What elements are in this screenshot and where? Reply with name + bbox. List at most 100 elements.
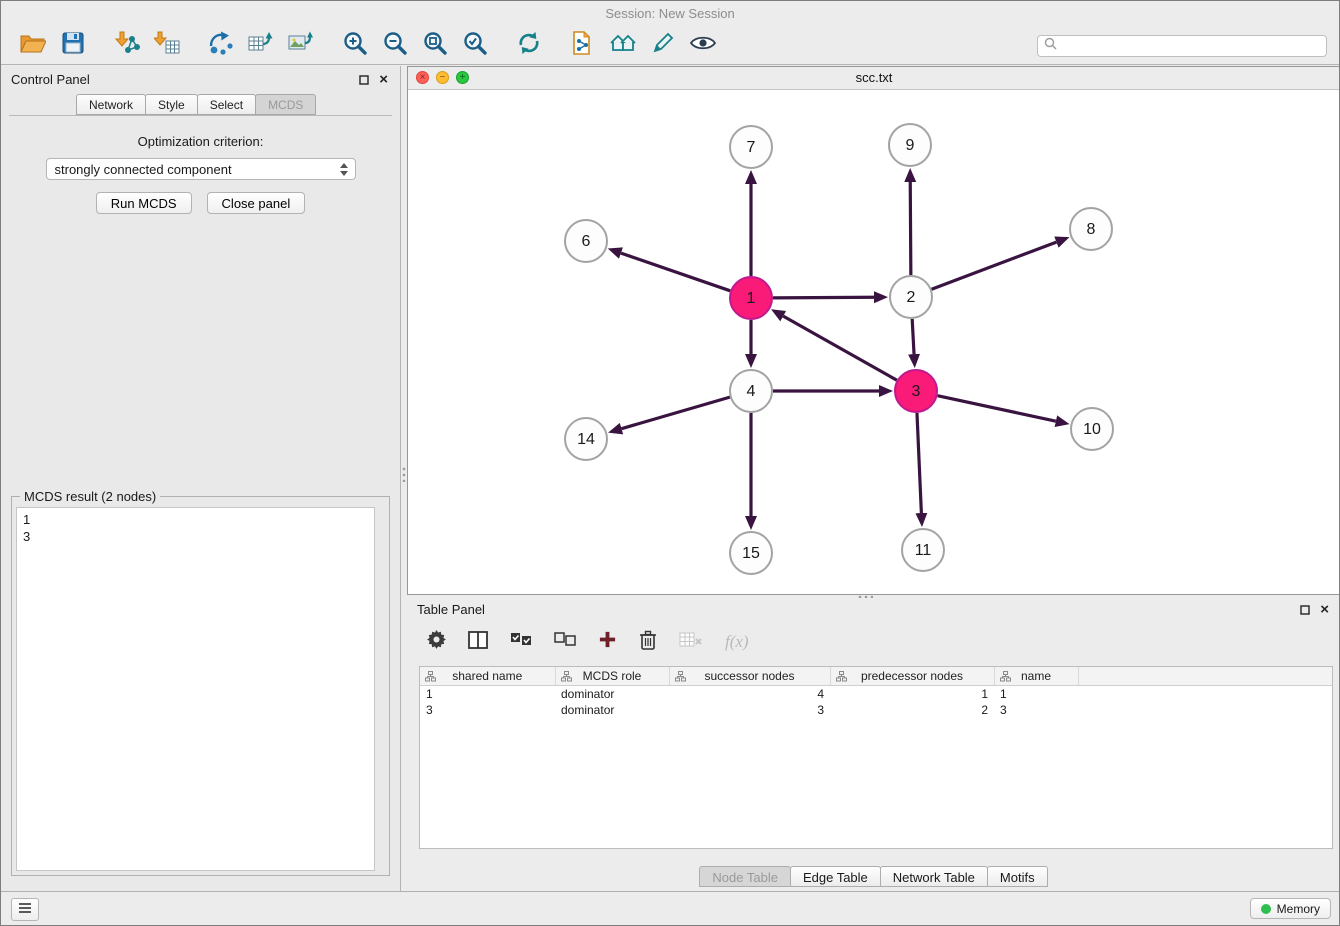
- run-mcds-button[interactable]: Run MCDS: [96, 192, 192, 214]
- table-cell[interactable]: 3: [420, 702, 555, 718]
- edge-3-11[interactable]: [917, 413, 921, 513]
- column-header-shared-name[interactable]: shared name: [420, 667, 555, 686]
- task-history-button[interactable]: [11, 898, 39, 921]
- table-cell[interactable]: 3: [669, 702, 830, 718]
- export-image-button[interactable]: [281, 30, 321, 62]
- export-table-button[interactable]: [241, 30, 281, 62]
- window-minimize-icon[interactable]: −: [436, 71, 449, 84]
- edge-2-8[interactable]: [932, 242, 1057, 289]
- node-9[interactable]: 9: [889, 124, 931, 166]
- tab-network-table[interactable]: Network Table: [880, 866, 988, 887]
- main-toolbar: [1, 27, 1339, 65]
- edge-2-3[interactable]: [912, 319, 914, 354]
- table-cell[interactable]: 1: [420, 686, 555, 703]
- tab-mcds[interactable]: MCDS: [255, 94, 316, 115]
- tab-network[interactable]: Network: [76, 94, 146, 115]
- zoom-out-icon: [382, 30, 408, 61]
- node-15[interactable]: 15: [730, 532, 772, 574]
- import-network-from-file-button[interactable]: [107, 30, 147, 62]
- column-header-MCDS-role[interactable]: MCDS role: [555, 667, 669, 686]
- column-header-predecessor-nodes[interactable]: predecessor nodes: [830, 667, 994, 686]
- delete-column-button[interactable]: [639, 630, 657, 655]
- sort-icon: [675, 671, 686, 685]
- window-close-icon[interactable]: ×: [416, 71, 429, 84]
- table-panel: Table Panel × f(x) shared nameMCDS roles…: [407, 598, 1340, 887]
- tab-node-table[interactable]: Node Table: [699, 866, 791, 887]
- edge-4-14[interactable]: [622, 397, 730, 429]
- criterion-select[interactable]: strongly connected component: [46, 158, 356, 180]
- node-1[interactable]: 1: [730, 277, 772, 319]
- float-panel-icon[interactable]: [359, 75, 369, 85]
- window-zoom-icon[interactable]: +: [456, 71, 469, 84]
- network-document-button[interactable]: [563, 30, 603, 62]
- tab-style[interactable]: Style: [145, 94, 198, 115]
- table-cell[interactable]: dominator: [555, 702, 669, 718]
- criterion-select-value: strongly connected component: [55, 162, 232, 177]
- column-header-successor-nodes[interactable]: successor nodes: [669, 667, 830, 686]
- float-table-panel-icon[interactable]: [1300, 605, 1310, 615]
- save-session-button[interactable]: [53, 30, 93, 62]
- node-11[interactable]: 11: [902, 529, 944, 571]
- table-cell[interactable]: 2: [830, 702, 994, 718]
- zoom-fit-content-button[interactable]: [415, 30, 455, 62]
- show-hide-graphics-button[interactable]: [683, 30, 723, 62]
- node-label: 2: [907, 289, 916, 306]
- mcds-result-list[interactable]: 13: [16, 507, 375, 871]
- search-box[interactable]: [1037, 35, 1327, 57]
- close-panel-icon[interactable]: ×: [379, 73, 388, 87]
- zoom-fit-icon: [422, 30, 448, 61]
- edge-2-9[interactable]: [910, 182, 911, 275]
- table-panel-header: Table Panel ×: [407, 598, 1340, 622]
- deselect-all-columns-button[interactable]: [554, 632, 576, 652]
- tab-select[interactable]: Select: [197, 94, 256, 115]
- toggle-panel-layout-button[interactable]: [468, 631, 488, 654]
- network-canvas[interactable]: 7 9 6 8 1 2 4 3 14 10 15 11: [408, 89, 1340, 594]
- network-graph[interactable]: 7 9 6 8 1 2 4 3 14 10 15 11: [408, 89, 1340, 595]
- annotation-mode-button[interactable]: [643, 30, 683, 62]
- create-column-button[interactable]: [598, 630, 617, 654]
- open-session-button[interactable]: [13, 30, 53, 62]
- search-input[interactable]: [1061, 38, 1326, 54]
- close-table-panel-icon[interactable]: ×: [1320, 603, 1329, 617]
- tab-edge-table[interactable]: Edge Table: [790, 866, 881, 887]
- zoom-out-button[interactable]: [375, 30, 415, 62]
- node-6[interactable]: 6: [565, 220, 607, 262]
- column-settings-button[interactable]: [427, 630, 446, 654]
- node-8[interactable]: 8: [1070, 208, 1112, 250]
- column-header-name[interactable]: name: [994, 667, 1078, 686]
- edge-3-1[interactable]: [783, 316, 897, 380]
- node-7[interactable]: 7: [730, 126, 772, 168]
- tab-motifs[interactable]: Motifs: [987, 866, 1048, 887]
- import-table-from-file-button[interactable]: [147, 30, 187, 62]
- node-14[interactable]: 14: [565, 418, 607, 460]
- edge-3-10[interactable]: [938, 396, 1056, 422]
- list-icon: [18, 901, 32, 919]
- select-all-icon: [510, 632, 532, 652]
- new-network-from-selection-button[interactable]: [201, 30, 241, 62]
- node-3[interactable]: 3: [895, 370, 937, 412]
- table-cell[interactable]: dominator: [555, 686, 669, 703]
- zoom-in-button[interactable]: [335, 30, 375, 62]
- node-2[interactable]: 2: [890, 276, 932, 318]
- table-row[interactable]: 3dominator323: [420, 702, 1332, 718]
- table-cell[interactable]: 4: [669, 686, 830, 703]
- zoom-selected-button[interactable]: [455, 30, 495, 62]
- table-cell[interactable]: 3: [994, 702, 1078, 718]
- table-cell[interactable]: 1: [830, 686, 994, 703]
- apply-layout-button[interactable]: [509, 30, 549, 62]
- show-overview-button[interactable]: [603, 30, 643, 62]
- table-cell[interactable]: 1: [994, 686, 1078, 703]
- table-toolbar: f(x): [407, 622, 1340, 662]
- memory-button[interactable]: Memory: [1250, 898, 1331, 919]
- select-all-columns-button[interactable]: [510, 632, 532, 652]
- close-panel-button[interactable]: Close panel: [207, 192, 306, 214]
- table-row[interactable]: 1dominator411: [420, 686, 1332, 703]
- edge-1-2[interactable]: [773, 297, 874, 298]
- node-4[interactable]: 4: [730, 370, 772, 412]
- node-10[interactable]: 10: [1071, 408, 1113, 450]
- mcds-result-group: MCDS result (2 nodes) 13: [11, 496, 390, 876]
- network-window-titlebar: × − + scc.txt: [408, 67, 1340, 90]
- mcds-result-item[interactable]: 3: [23, 528, 368, 545]
- mcds-result-item[interactable]: 1: [23, 511, 368, 528]
- edge-1-6[interactable]: [621, 253, 730, 291]
